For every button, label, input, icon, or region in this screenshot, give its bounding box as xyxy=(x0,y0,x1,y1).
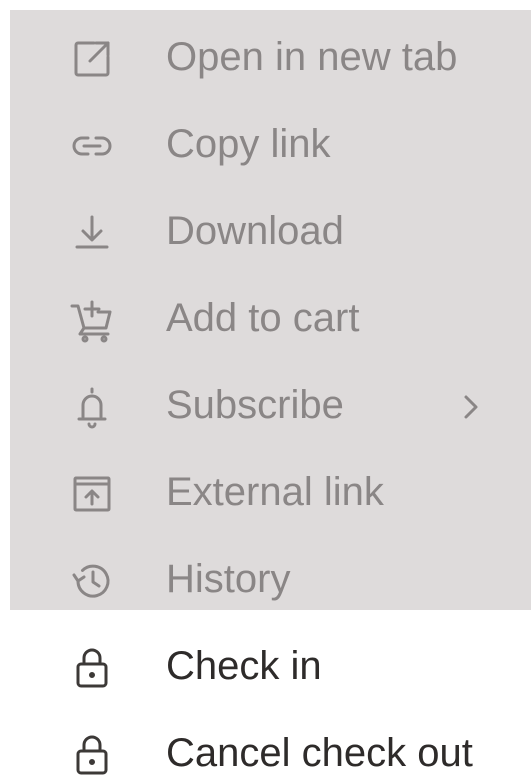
bell-icon xyxy=(64,379,120,435)
chevron-right-icon xyxy=(456,392,486,422)
menu-item-open-in-new-tab[interactable]: Open in new tab xyxy=(0,15,531,102)
menu-item-add-to-cart[interactable]: Add to cart xyxy=(0,276,531,363)
download-icon xyxy=(64,205,120,261)
menu-item-label: Add to cart xyxy=(166,295,360,340)
menu-item-label: Open in new tab xyxy=(166,34,458,79)
history-icon xyxy=(64,553,120,609)
menu-item-label: Cancel check out xyxy=(166,730,473,775)
menu-item-history[interactable]: History xyxy=(0,537,531,624)
lock-icon xyxy=(64,640,120,696)
menu-item-label: History xyxy=(166,556,291,601)
menu-item-cancel-check-out[interactable]: Cancel check out xyxy=(0,711,531,778)
menu-item-copy-link[interactable]: Copy link xyxy=(0,102,531,189)
open-in-new-tab-icon xyxy=(64,31,120,87)
cart-add-icon xyxy=(64,292,120,348)
link-icon xyxy=(64,118,120,174)
menu-item-download[interactable]: Download xyxy=(0,189,531,276)
context-menu: Open in new tab Copy link Download Add t… xyxy=(0,0,531,778)
menu-item-label: Copy link xyxy=(166,121,331,166)
menu-item-label: Download xyxy=(166,208,344,253)
menu-item-label: Subscribe xyxy=(166,382,344,427)
menu-item-label: External link xyxy=(166,469,384,514)
menu-list: Open in new tab Copy link Download Add t… xyxy=(0,15,531,778)
lock-icon xyxy=(64,727,120,778)
menu-item-check-in[interactable]: Check in xyxy=(0,624,531,711)
menu-item-subscribe[interactable]: Subscribe xyxy=(0,363,531,450)
external-link-icon xyxy=(64,466,120,522)
menu-item-label: Check in xyxy=(166,643,322,688)
menu-item-external-link[interactable]: External link xyxy=(0,450,531,537)
